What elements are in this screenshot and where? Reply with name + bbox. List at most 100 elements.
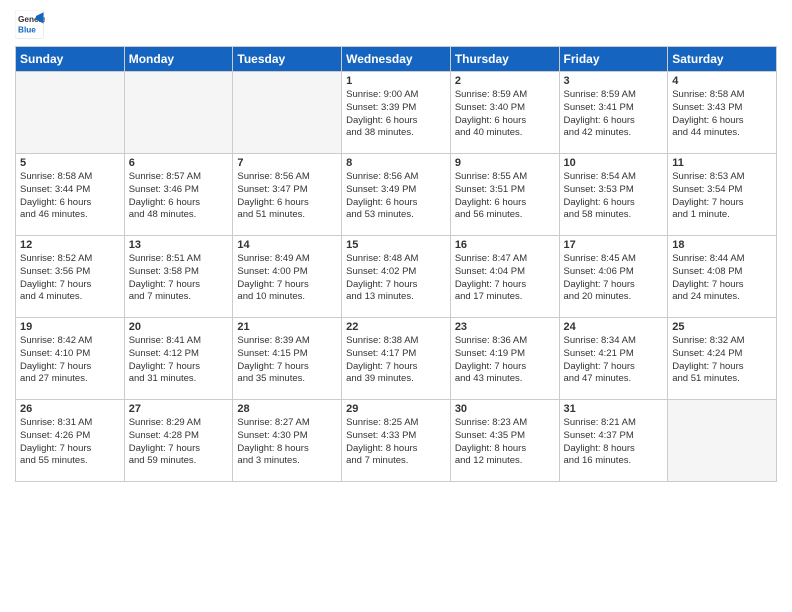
calendar-cell: 8 Sunrise: 8:56 AM Sunset: 3:49 PM Daylig… [342, 154, 451, 236]
day-number: 27 [129, 403, 229, 415]
day-info: Sunrise: 8:39 AM Sunset: 4:15 PM Dayligh… [237, 335, 337, 386]
day-number: 18 [672, 239, 772, 251]
day-number: 23 [455, 321, 555, 333]
day-info: Sunrise: 8:44 AM Sunset: 4:08 PM Dayligh… [672, 253, 772, 304]
day-number: 14 [237, 239, 337, 251]
day-info: Sunrise: 8:29 AM Sunset: 4:28 PM Dayligh… [129, 417, 229, 468]
day-number: 20 [129, 321, 229, 333]
calendar-cell: 13Sunrise: 8:51 AM Sunset: 3:58 PM Dayli… [124, 236, 233, 318]
day-info: Sunrise: 8:21 AM Sunset: 4:37 PM Dayligh… [564, 417, 664, 468]
day-number: 12 [20, 239, 120, 251]
day-number: 26 [20, 403, 120, 415]
day-info: Sunrise: 8:42 AM Sunset: 4:10 PM Dayligh… [20, 335, 120, 386]
day-info: Sunrise: 8:53 AM Sunset: 3:54 PM Dayligh… [672, 171, 772, 222]
calendar-week-row: 5 Sunrise: 8:58 AM Sunset: 3:44 PM Daylig… [16, 154, 777, 236]
day-info: Sunrise: 8:52 AM Sunset: 3:56 PM Dayligh… [20, 253, 120, 304]
day-info: Sunrise: 8:23 AM Sunset: 4:35 PM Dayligh… [455, 417, 555, 468]
day-info: Sunrise: 8:32 AM Sunset: 4:24 PM Dayligh… [672, 335, 772, 386]
logo-icon: General Blue [15, 10, 45, 40]
calendar-cell: 31 Sunrise: 8:21 AM Sunset: 4:37 PM Dayli… [559, 400, 668, 482]
day-number: 7 [237, 157, 337, 169]
weekday-header: Saturday [668, 47, 777, 72]
day-info: Sunrise: 8:31 AM Sunset: 4:26 PM Dayligh… [20, 417, 120, 468]
calendar-cell: 23 Sunrise: 8:36 AM Sunset: 4:19 PM Dayli… [450, 318, 559, 400]
calendar-cell: 28 Sunrise: 8:27 AM Sunset: 4:30 PM Dayli… [233, 400, 342, 482]
weekday-header: Thursday [450, 47, 559, 72]
calendar-cell: 24 Sunrise: 8:34 AM Sunset: 4:21 PM Dayli… [559, 318, 668, 400]
calendar-cell: 15Sunrise: 8:48 AM Sunset: 4:02 PM Dayli… [342, 236, 451, 318]
day-info: Sunrise: 8:56 AM Sunset: 3:49 PM Dayligh… [346, 171, 446, 222]
weekday-header: Friday [559, 47, 668, 72]
calendar-cell: 5 Sunrise: 8:58 AM Sunset: 3:44 PM Daylig… [16, 154, 125, 236]
calendar-cell: 7 Sunrise: 8:56 AM Sunset: 3:47 PM Daylig… [233, 154, 342, 236]
day-info: Sunrise: 8:41 AM Sunset: 4:12 PM Dayligh… [129, 335, 229, 386]
day-number: 5 [20, 157, 120, 169]
day-info: Sunrise: 8:58 AM Sunset: 3:44 PM Dayligh… [20, 171, 120, 222]
day-info: Sunrise: 8:54 AM Sunset: 3:53 PM Dayligh… [564, 171, 664, 222]
day-number: 25 [672, 321, 772, 333]
calendar-cell: 6 Sunrise: 8:57 AM Sunset: 3:46 PM Daylig… [124, 154, 233, 236]
calendar-cell: 14 Sunrise: 8:49 AM Sunset: 4:00 PM Dayli… [233, 236, 342, 318]
weekday-header: Tuesday [233, 47, 342, 72]
day-number: 3 [564, 75, 664, 87]
day-info: Sunrise: 8:34 AM Sunset: 4:21 PM Dayligh… [564, 335, 664, 386]
svg-text:Blue: Blue [18, 26, 36, 35]
day-number: 17 [564, 239, 664, 251]
calendar-cell: 3 Sunrise: 8:59 AM Sunset: 3:41 PM Daylig… [559, 72, 668, 154]
calendar-cell: 16Sunrise: 8:47 AM Sunset: 4:04 PM Dayli… [450, 236, 559, 318]
day-number: 22 [346, 321, 446, 333]
day-info: Sunrise: 8:49 AM Sunset: 4:00 PM Dayligh… [237, 253, 337, 304]
day-number: 19 [20, 321, 120, 333]
day-info: Sunrise: 8:55 AM Sunset: 3:51 PM Dayligh… [455, 171, 555, 222]
day-number: 16 [455, 239, 555, 251]
day-info: Sunrise: 8:38 AM Sunset: 4:17 PM Dayligh… [346, 335, 446, 386]
calendar-cell [233, 72, 342, 154]
day-number: 28 [237, 403, 337, 415]
weekday-header: Wednesday [342, 47, 451, 72]
calendar-cell: 11 Sunrise: 8:53 AM Sunset: 3:54 PM Dayli… [668, 154, 777, 236]
day-number: 24 [564, 321, 664, 333]
day-number: 31 [564, 403, 664, 415]
calendar-week-row: 12 Sunrise: 8:52 AM Sunset: 3:56 PM Dayli… [16, 236, 777, 318]
calendar-cell: 20 Sunrise: 8:41 AM Sunset: 4:12 PM Dayli… [124, 318, 233, 400]
day-number: 4 [672, 75, 772, 87]
day-number: 21 [237, 321, 337, 333]
day-info: Sunrise: 8:27 AM Sunset: 4:30 PM Dayligh… [237, 417, 337, 468]
calendar-cell: 26 Sunrise: 8:31 AM Sunset: 4:26 PM Dayli… [16, 400, 125, 482]
calendar-cell: 4Sunrise: 8:58 AM Sunset: 3:43 PM Daylig… [668, 72, 777, 154]
day-number: 9 [455, 157, 555, 169]
calendar-cell: 27 Sunrise: 8:29 AM Sunset: 4:28 PM Dayli… [124, 400, 233, 482]
day-number: 29 [346, 403, 446, 415]
calendar-header-row: SundayMondayTuesdayWednesdayThursdayFrid… [16, 47, 777, 72]
calendar-cell [16, 72, 125, 154]
day-info: Sunrise: 9:00 AM Sunset: 3:39 PM Dayligh… [346, 89, 446, 140]
day-number: 30 [455, 403, 555, 415]
calendar-week-row: 26 Sunrise: 8:31 AM Sunset: 4:26 PM Dayli… [16, 400, 777, 482]
day-info: Sunrise: 8:59 AM Sunset: 3:41 PM Dayligh… [564, 89, 664, 140]
day-info: Sunrise: 8:56 AM Sunset: 3:47 PM Dayligh… [237, 171, 337, 222]
calendar-cell: 17 Sunrise: 8:45 AM Sunset: 4:06 PM Dayli… [559, 236, 668, 318]
day-info: Sunrise: 8:36 AM Sunset: 4:19 PM Dayligh… [455, 335, 555, 386]
calendar-cell: 9 Sunrise: 8:55 AM Sunset: 3:51 PM Daylig… [450, 154, 559, 236]
calendar-cell: 10 Sunrise: 8:54 AM Sunset: 3:53 PM Dayli… [559, 154, 668, 236]
weekday-header: Sunday [16, 47, 125, 72]
weekday-header: Monday [124, 47, 233, 72]
calendar-cell: 30 Sunrise: 8:23 AM Sunset: 4:35 PM Dayli… [450, 400, 559, 482]
calendar-cell [124, 72, 233, 154]
day-number: 10 [564, 157, 664, 169]
day-number: 2 [455, 75, 555, 87]
day-info: Sunrise: 8:25 AM Sunset: 4:33 PM Dayligh… [346, 417, 446, 468]
header: General Blue [15, 10, 777, 40]
day-info: Sunrise: 8:45 AM Sunset: 4:06 PM Dayligh… [564, 253, 664, 304]
calendar-cell: 12 Sunrise: 8:52 AM Sunset: 3:56 PM Dayli… [16, 236, 125, 318]
day-info: Sunrise: 8:59 AM Sunset: 3:40 PM Dayligh… [455, 89, 555, 140]
day-info: Sunrise: 8:57 AM Sunset: 3:46 PM Dayligh… [129, 171, 229, 222]
calendar-cell: 29 Sunrise: 8:25 AM Sunset: 4:33 PM Dayli… [342, 400, 451, 482]
calendar-table: SundayMondayTuesdayWednesdayThursdayFrid… [15, 46, 777, 482]
day-number: 11 [672, 157, 772, 169]
calendar-cell: 22 Sunrise: 8:38 AM Sunset: 4:17 PM Dayli… [342, 318, 451, 400]
calendar-week-row: 1Sunrise: 9:00 AM Sunset: 3:39 PM Daylig… [16, 72, 777, 154]
day-number: 8 [346, 157, 446, 169]
calendar-cell: 1Sunrise: 9:00 AM Sunset: 3:39 PM Daylig… [342, 72, 451, 154]
day-number: 6 [129, 157, 229, 169]
